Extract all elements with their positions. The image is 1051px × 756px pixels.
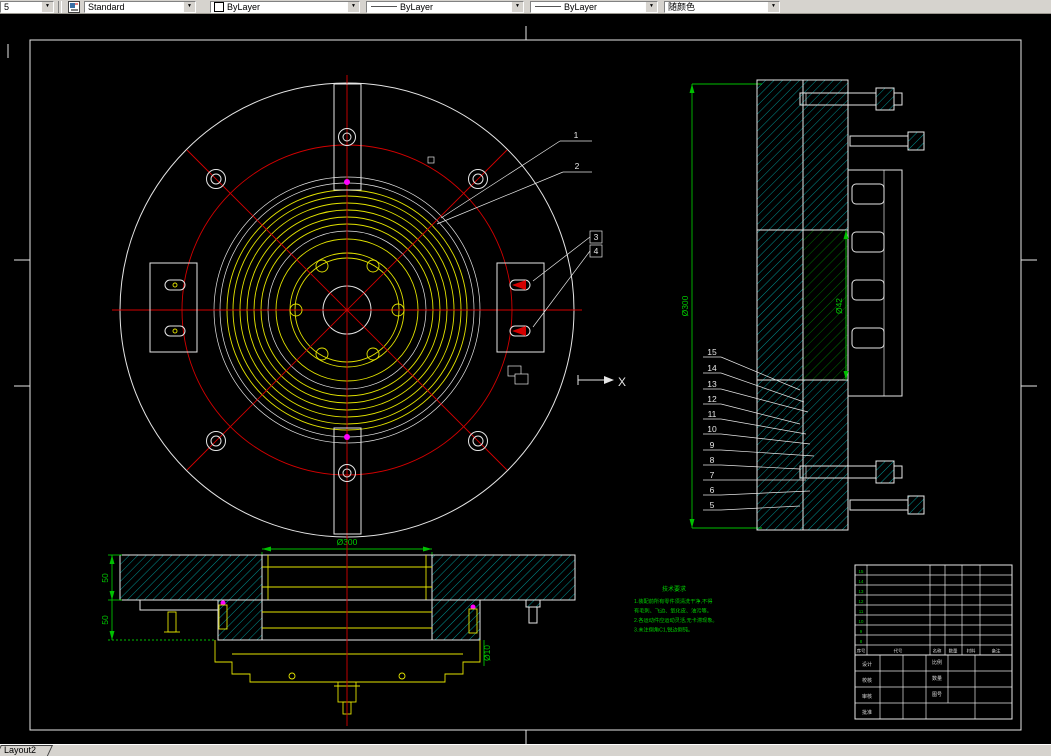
parts-header-name: 名称 [933, 648, 942, 655]
lineweight-combo[interactable]: ByLayer [530, 0, 658, 13]
callout-12: 12 [707, 394, 717, 404]
callout-7: 7 [710, 470, 715, 480]
notes-title: 技术要求 [662, 585, 686, 593]
plotstyle-combo[interactable]: 随颜色 [664, 0, 780, 13]
dim-section-outer-dia: Ø300 [680, 295, 690, 316]
color-combo-value: ByLayer [227, 1, 261, 12]
parts-header-remark: 备注 [992, 648, 1001, 655]
dim-section-bore-dia: Ø42 [834, 298, 844, 314]
callout-10: 10 [707, 424, 717, 434]
color-swatch-icon [214, 1, 224, 12]
parts-header-material: 材料 [967, 648, 976, 655]
dim-small-hole-dia: Ø10 [482, 645, 492, 661]
bottom-slot [333, 427, 362, 535]
callout-15: 15 [707, 347, 717, 357]
callout-11: 11 [708, 409, 717, 419]
info-label-scale: 比例 [932, 659, 942, 666]
toolbar-separator [58, 0, 62, 13]
sign-label-review: 审核 [862, 693, 872, 700]
text-style-combo-value: Standard [88, 1, 125, 12]
ucs-x-label: X [618, 375, 626, 389]
parts-row-no: 12 [859, 599, 864, 604]
callout-1: 1 [574, 130, 579, 140]
callout-8: 8 [710, 455, 715, 465]
callout-6: 6 [710, 485, 715, 495]
fixture-base [214, 640, 481, 715]
chevron-down-icon[interactable] [183, 1, 195, 12]
parts-header-code: 代号 [894, 648, 903, 655]
parts-row-no: 15 [859, 569, 864, 574]
chevron-down-icon[interactable] [347, 1, 359, 12]
chevron-down-icon[interactable] [767, 1, 779, 12]
parts-row-no: 8 [860, 639, 863, 644]
linetype-combo-value: ByLayer [400, 1, 434, 12]
notes-line-2: 有毛刺、飞边、氧化皮、油污等。 [634, 607, 712, 615]
notes-line-3: 2.各运动件应运动灵活,无卡滞现象。 [634, 616, 718, 624]
parts-header-qty: 数量 [949, 648, 958, 655]
title-block: 15 14 13 12 11 10 9 8 序号 代号 名称 数量 材料 备注 … [854, 564, 1013, 720]
callout-13: 13 [707, 379, 717, 389]
top-slot [333, 83, 362, 191]
dim-lower-thickness: 50 [100, 615, 110, 625]
callout-14: 14 [707, 363, 717, 373]
object-properties-toolbar: 5 Standard ByLayer ByLayer ByLayer 随颜色 [0, 0, 1051, 14]
paperspace-icon [507, 365, 529, 385]
info-label-qty: 数量 [932, 675, 942, 682]
layer-combo-value: 5 [4, 1, 10, 12]
sign-label-approve: 批准 [862, 709, 872, 716]
side-section-view: Ø300 Ø42 [680, 79, 925, 531]
chevron-down-icon[interactable] [511, 1, 523, 12]
parts-list-grid [855, 565, 1012, 656]
style-icon[interactable] [67, 0, 81, 13]
sign-label-check: 校核 [862, 677, 872, 684]
linetype-combo[interactable]: ByLayer [366, 0, 524, 13]
model-canvas[interactable]: 1 2 3 4 X Ø300 Ø42 15 14 13 12 11 10 9 8… [0, 14, 1051, 744]
parts-row-no: 10 [859, 619, 864, 624]
main-top-view [112, 75, 582, 545]
linetype-sample-icon [371, 6, 397, 7]
ucs-icon: X [577, 375, 626, 389]
callout-2: 2 [575, 161, 580, 171]
sign-label-design: 设计 [862, 661, 872, 668]
style-icon-glyph [68, 0, 80, 13]
layout-tab-bar: Layout2 [0, 744, 1051, 756]
plotstyle-combo-value: 随颜色 [668, 1, 696, 12]
parts-row-no: 9 [860, 629, 863, 634]
bottom-section-view: Ø300 50 50 Ø10 [100, 537, 576, 726]
layer-combo[interactable]: 5 [0, 0, 54, 13]
right-clamp-block [496, 262, 545, 353]
notes-line-4: 3.未注倒角C1,锐边倒钝。 [634, 626, 693, 634]
parts-row-no: 14 [859, 579, 864, 584]
parts-row-no: 11 [859, 609, 864, 614]
tab-layout2-label: Layout2 [4, 745, 37, 755]
technical-notes: 技术要求 1.装配前所有零件须清洗干净,不得 有毛刺、飞边、氧化皮、油污等。 2… [634, 585, 718, 634]
notes-line-1: 1.装配前所有零件须清洗干净,不得 [634, 597, 712, 605]
chevron-down-icon[interactable] [41, 1, 53, 12]
drawing-frame [7, 26, 1037, 744]
drawing-canvas-svg: 1 2 3 4 X Ø300 Ø42 15 14 13 12 11 10 9 8… [7, 26, 1037, 744]
callout-4: 4 [594, 246, 599, 256]
callout-5: 5 [710, 500, 715, 510]
callout-3: 3 [594, 232, 599, 242]
parts-header-no: 序号 [857, 648, 866, 655]
main-view-callouts: 1 2 3 4 [436, 130, 603, 328]
lineweight-sample-icon [535, 6, 561, 7]
text-style-combo[interactable]: Standard [84, 0, 196, 13]
parts-row-no: 13 [859, 589, 864, 594]
callout-9: 9 [710, 440, 715, 450]
lineweight-combo-value: ByLayer [564, 1, 598, 12]
info-label-dwgno: 图号 [932, 692, 942, 698]
dim-upper-thickness: 50 [100, 573, 110, 583]
chevron-down-icon[interactable] [645, 1, 657, 12]
left-clamp-block [149, 262, 198, 353]
color-combo[interactable]: ByLayer [210, 0, 360, 13]
tab-layout2[interactable]: Layout2 [0, 745, 53, 756]
